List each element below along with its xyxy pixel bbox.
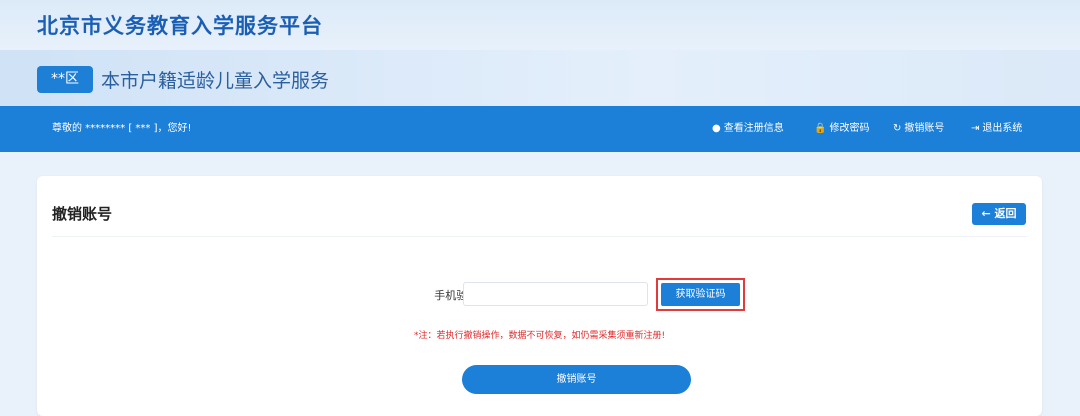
nav-view-registration[interactable]: ● 查看注册信息 (712, 106, 784, 152)
refresh-icon: ↻ (893, 123, 902, 134)
cancel-account-button[interactable]: 撤销账号 (462, 365, 691, 394)
get-verification-code-button[interactable]: 获取验证码 (661, 283, 740, 306)
highlight-box: 获取验证码 (656, 278, 745, 311)
warning-note: *注：若执行撤销操作，数据不可恢复，如仍需采集须重新注册! (413, 331, 666, 341)
verification-code-input[interactable] (463, 282, 648, 306)
navbar: 尊敬的 ******** [ *** ]，您好! ● 查看注册信息 🔒 修改密码 ↻… (0, 106, 1080, 152)
lock-icon: 🔒 (814, 123, 827, 134)
greeting-text: 尊敬的 ******** [ *** ]，您好! (52, 123, 192, 134)
nav-label: 查看注册信息 (723, 123, 784, 134)
nav-label: 修改密码 (829, 123, 870, 134)
nav-change-password[interactable]: 🔒 修改密码 (814, 106, 869, 152)
nav-label: 撤销账号 (904, 123, 945, 134)
nav-label: 退出系统 (982, 123, 1023, 134)
nav-cancel-account[interactable]: ↻ 撤销账号 (893, 106, 944, 152)
service-title: 本市户籍适龄儿童入学服务 (101, 70, 330, 92)
info-circle-icon: ● (712, 123, 721, 134)
logout-icon: ⇥ (971, 123, 980, 134)
cancel-account-card: 撤销账号 ← 返回 手机验证码: 获取验证码 *注：若执行撤销操作，数据不可恢复… (37, 176, 1042, 416)
nav-logout[interactable]: ⇥ 退出系统 (971, 106, 1022, 152)
district-badge: **区 (37, 66, 93, 93)
divider (52, 236, 1027, 237)
back-button[interactable]: ← 返回 (972, 203, 1026, 225)
platform-title: 北京市义务教育入学服务平台 (37, 14, 323, 38)
page-title: 撤销账号 (52, 205, 113, 223)
